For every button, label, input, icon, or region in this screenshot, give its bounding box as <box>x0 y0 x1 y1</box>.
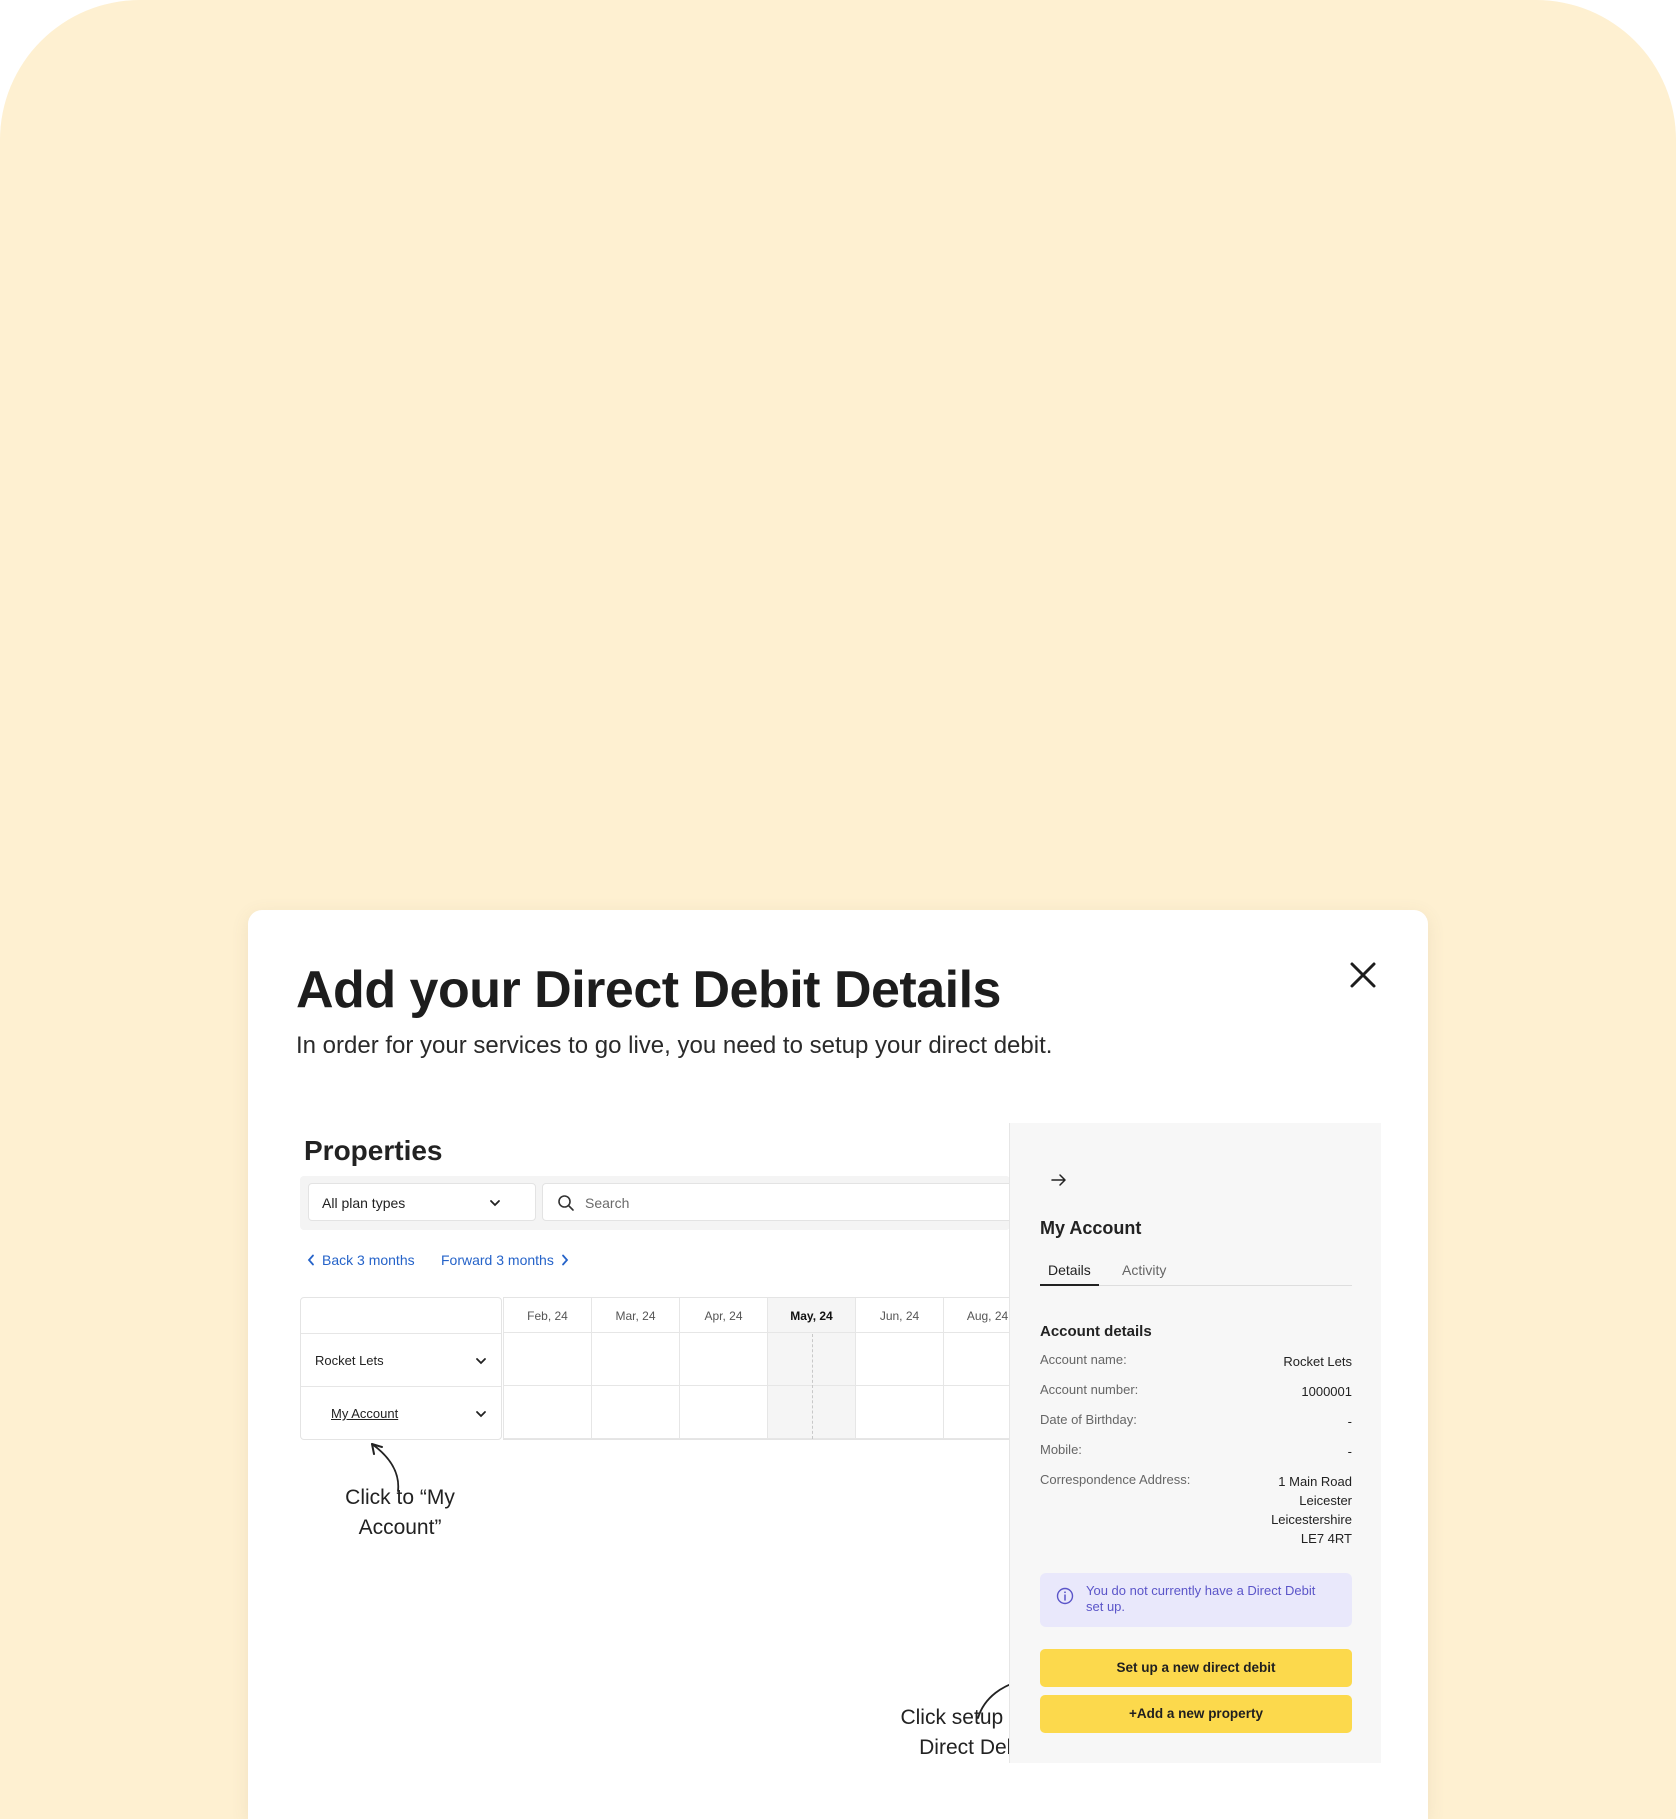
notice-line: set up. <box>1086 1599 1126 1614</box>
search-input[interactable]: Search <box>542 1183 1022 1221</box>
forward-3-months-label: Forward 3 months <box>441 1252 554 1268</box>
month-header: Jun, 24 <box>856 1298 943 1333</box>
chevron-left-icon <box>307 1254 314 1266</box>
account-side-panel: My Account Details Activity Account deta… <box>1009 1123 1381 1763</box>
tab-details[interactable]: Details <box>1048 1262 1091 1278</box>
month-column: Feb, 24 <box>503 1298 591 1439</box>
chevron-right-icon <box>561 1254 569 1266</box>
address-line: Leicestershire <box>1271 1512 1352 1527</box>
address-line: Leicester <box>1299 1493 1352 1508</box>
panel-title: My Account <box>1040 1218 1142 1238</box>
field-label: Mobile: <box>1040 1442 1082 1457</box>
property-row-label: Rocket Lets <box>315 1353 384 1368</box>
property-list-header <box>301 1298 501 1334</box>
tab-activity[interactable]: Activity <box>1122 1262 1166 1278</box>
address-line: 1 Main Road <box>1278 1474 1352 1489</box>
forward-3-months-link[interactable]: Forward 3 months <box>441 1252 570 1268</box>
month-header: Mar, 24 <box>592 1298 679 1333</box>
add-property-button[interactable]: +Add a new property <box>1040 1695 1352 1733</box>
tutorial-screenshot: Properties All plan types Search Back 3 … <box>300 1123 1410 1763</box>
chevron-down-icon <box>476 1411 486 1418</box>
address-line: LE7 4RT <box>1300 1531 1352 1546</box>
month-header-current: May, 24 <box>768 1298 855 1333</box>
plan-type-select-label: All plan types <box>322 1195 406 1211</box>
chevron-down-icon <box>490 1200 500 1207</box>
arrow-right-icon[interactable] <box>1050 1171 1068 1189</box>
filter-bar: All plan types Search <box>300 1176 1022 1230</box>
no-direct-debit-notice: You do not currently have a Direct Debit… <box>1040 1573 1352 1627</box>
field-label: Date of Birthday: <box>1040 1412 1137 1427</box>
current-date-marker <box>812 1334 813 1439</box>
month-timeline: Feb, 24 Mar, 24 Apr, 24 May, 24 Jun, 24 <box>503 1297 1031 1440</box>
direct-debit-modal: Add your Direct Debit Details In order f… <box>248 910 1428 1819</box>
annotation-line: Account” <box>358 1516 442 1539</box>
notice-line: You do not currently have a Direct Debit <box>1086 1583 1316 1598</box>
modal-title: Add your Direct Debit Details <box>296 961 1001 1019</box>
account-details-heading: Account details <box>1040 1323 1152 1340</box>
property-row-rocket-lets[interactable]: Rocket Lets <box>301 1334 501 1387</box>
field-value-address: 1 Main Road Leicester Leicestershire LE7… <box>1271 1472 1352 1548</box>
annotation-click-my-account: Click to “My Account” <box>320 1483 480 1543</box>
field-value: - <box>1347 1444 1352 1459</box>
field-label: Correspondence Address: <box>1040 1472 1191 1487</box>
month-column: Apr, 24 <box>679 1298 767 1439</box>
back-3-months-link[interactable]: Back 3 months <box>306 1252 415 1268</box>
my-account-link[interactable]: My Account <box>331 1406 398 1421</box>
active-tab-indicator <box>1040 1284 1099 1286</box>
search-icon <box>558 1195 574 1211</box>
info-icon <box>1056 1587 1074 1605</box>
month-column-current: May, 24 <box>767 1298 855 1439</box>
search-placeholder: Search <box>585 1195 630 1211</box>
back-3-months-label: Back 3 months <box>322 1252 415 1268</box>
field-value: - <box>1347 1414 1352 1429</box>
modal-subtitle: In order for your services to go live, y… <box>296 1032 1053 1059</box>
property-list: Rocket Lets My Account <box>300 1297 502 1440</box>
property-row-my-account[interactable]: My Account <box>301 1387 501 1440</box>
annotation-line: Click to “My <box>345 1486 455 1509</box>
setup-direct-debit-button[interactable]: Set up a new direct debit <box>1040 1649 1352 1687</box>
month-header: Feb, 24 <box>504 1298 591 1333</box>
properties-heading: Properties <box>304 1135 443 1166</box>
field-value: Rocket Lets <box>1283 1354 1352 1369</box>
month-column: Jun, 24 <box>855 1298 943 1439</box>
month-header: Apr, 24 <box>680 1298 767 1333</box>
chevron-down-icon <box>476 1358 486 1365</box>
field-value: 1000001 <box>1301 1384 1352 1399</box>
month-column: Mar, 24 <box>591 1298 679 1439</box>
close-icon <box>1350 962 1376 988</box>
close-button[interactable] <box>1346 958 1380 992</box>
plan-type-select[interactable]: All plan types <box>308 1183 536 1221</box>
field-label: Account number: <box>1040 1382 1139 1397</box>
field-label: Account name: <box>1040 1352 1127 1367</box>
panel-tabs: Details Activity <box>1040 1256 1352 1286</box>
